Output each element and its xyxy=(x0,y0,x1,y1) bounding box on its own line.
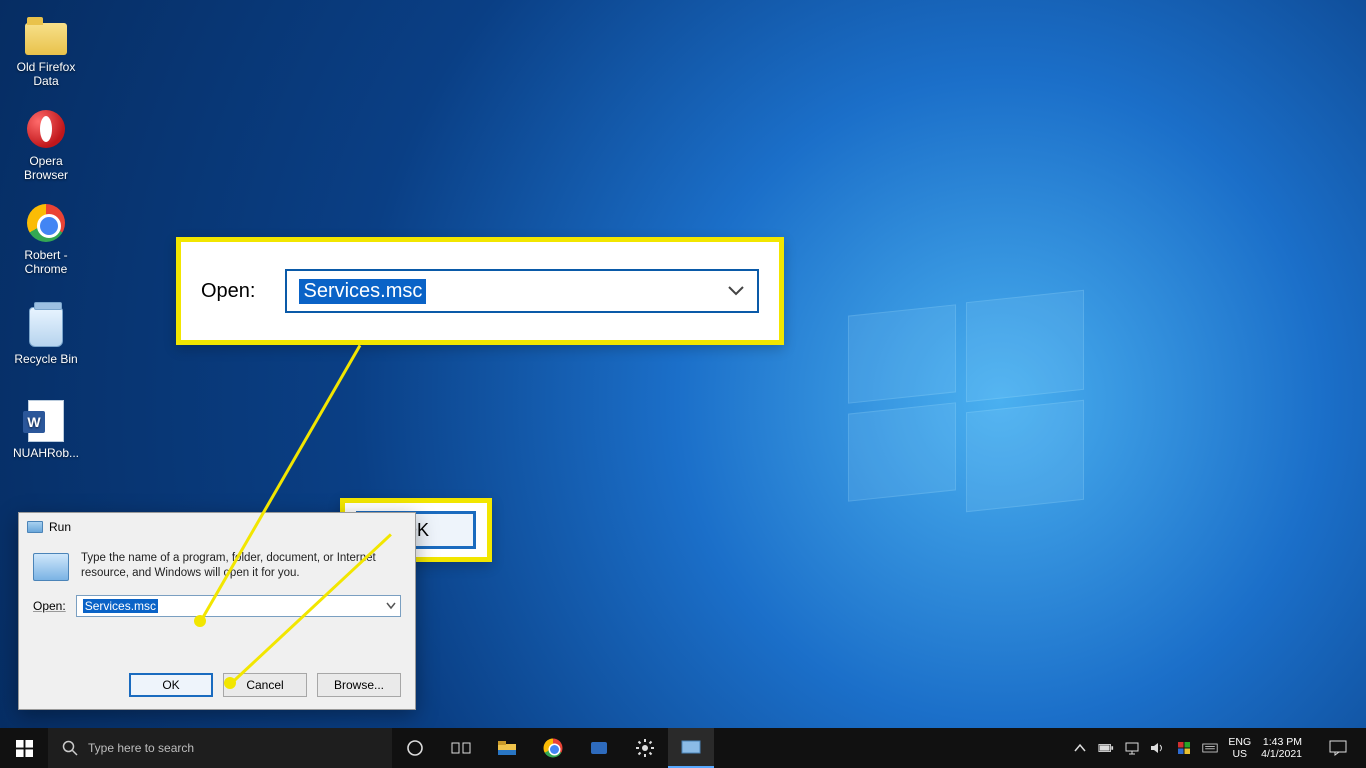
desktop-icon-label: Robert - Chrome xyxy=(8,248,84,276)
tray-security-icon[interactable] xyxy=(1176,740,1192,756)
run-dialog-title: Run xyxy=(49,520,71,534)
taskbar-cortana-icon[interactable] xyxy=(392,728,438,768)
run-open-label: Open: xyxy=(33,599,66,613)
run-dialog-app-icon xyxy=(33,553,69,581)
desktop[interactable]: Old Firefox Data Opera Browser Robert - … xyxy=(0,0,1366,768)
taskbar-settings-icon[interactable] xyxy=(622,728,668,768)
run-dialog-icon xyxy=(27,521,43,533)
tray-chevron-up-icon[interactable] xyxy=(1072,740,1088,756)
callout-dot-open xyxy=(194,615,206,627)
word-document-icon xyxy=(28,400,64,442)
callout-dot-ok xyxy=(224,677,236,689)
tray-volume-icon[interactable] xyxy=(1150,740,1166,756)
tray-language[interactable]: ENG US xyxy=(1228,736,1251,760)
tray-action-center-icon[interactable] xyxy=(1316,728,1360,768)
chevron-down-icon[interactable] xyxy=(727,285,745,297)
start-button[interactable] xyxy=(0,728,48,768)
desktop-icon-old-firefox-data[interactable]: Old Firefox Data xyxy=(8,14,84,88)
zoom-open-combobox[interactable]: Services.msc xyxy=(285,269,759,313)
browse-button[interactable]: Browse... xyxy=(317,673,401,697)
zoom-open-label: Open: xyxy=(201,280,255,303)
chrome-icon xyxy=(27,204,65,242)
tray-network-icon[interactable] xyxy=(1124,740,1140,756)
taskbar-app-icon[interactable] xyxy=(576,728,622,768)
desktop-icon-label: Recycle Bin xyxy=(8,352,84,366)
chrome-icon xyxy=(544,739,563,758)
desktop-icon-robert-chrome[interactable]: Robert - Chrome xyxy=(8,202,84,276)
taskbar-search-placeholder: Type here to search xyxy=(88,741,194,755)
desktop-icon-label: Opera Browser xyxy=(8,154,84,182)
desktop-icon-opera-browser[interactable]: Opera Browser xyxy=(8,108,84,182)
taskbar-file-explorer-icon[interactable] xyxy=(484,728,530,768)
run-dialog-titlebar[interactable]: Run xyxy=(19,513,415,541)
taskbar-chrome-icon[interactable] xyxy=(530,728,576,768)
run-open-value: Services.msc xyxy=(83,599,158,613)
tray-battery-icon[interactable] xyxy=(1098,740,1114,756)
taskbar[interactable]: Type here to search ENG US 1:43 PM xyxy=(0,728,1366,768)
desktop-icon-recycle-bin[interactable]: Recycle Bin xyxy=(8,306,84,366)
taskbar-tray[interactable]: ENG US 1:43 PM 4/1/2021 xyxy=(1072,728,1366,768)
desktop-icon-label: NUAHRob... xyxy=(8,446,84,460)
tray-clock[interactable]: 1:43 PM 4/1/2021 xyxy=(1261,736,1306,760)
opera-icon xyxy=(27,110,65,148)
folder-icon xyxy=(25,23,67,55)
desktop-icon-label: Old Firefox Data xyxy=(8,60,84,88)
taskbar-taskview-icon[interactable] xyxy=(438,728,484,768)
taskbar-run-icon[interactable] xyxy=(668,728,714,768)
run-dialog[interactable]: Run Type the name of a program, folder, … xyxy=(18,512,416,710)
chevron-down-icon[interactable] xyxy=(386,602,396,610)
tray-keyboard-icon[interactable] xyxy=(1202,740,1218,756)
zoom-callout-open-field: Open: Services.msc xyxy=(176,237,784,345)
wallpaper-windows-logo xyxy=(848,290,1088,500)
run-open-combobox[interactable]: Services.msc xyxy=(76,595,401,617)
search-icon xyxy=(62,740,78,756)
recycle-bin-icon xyxy=(29,307,63,347)
taskbar-search[interactable]: Type here to search xyxy=(48,728,392,768)
desktop-icon-nuahrob-doc[interactable]: NUAHRob... xyxy=(8,400,84,460)
ok-button[interactable]: OK xyxy=(129,673,213,697)
zoom-open-value: Services.msc xyxy=(299,279,426,304)
